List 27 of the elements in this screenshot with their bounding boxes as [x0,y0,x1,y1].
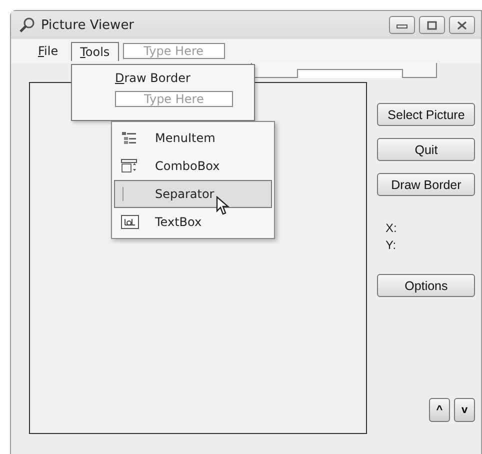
maximize-button[interactable] [419,16,445,34]
window-title: Picture Viewer [41,18,134,32]
combo-box-icon [121,159,137,173]
options-button[interactable]: Options [377,274,475,297]
close-button[interactable] [449,16,475,34]
coordinate-label: X: [385,220,398,237]
spin-button[interactable]: ^ [429,398,450,422]
maximize-icon [426,20,438,30]
menu-item[interactable]: Tools [71,42,119,60]
menu-item[interactable]: File [29,41,68,61]
menu-option[interactable]: MenuItem [114,124,272,152]
spin-button[interactable]: v [454,398,475,422]
menu-list-icon [121,131,137,145]
menu-option[interactable]: TextBox [114,208,272,236]
command-button[interactable]: Draw Border [377,173,475,196]
coordinate-label: Y: [385,237,398,254]
menu-item[interactable]: Draw Border [115,71,190,85]
text-box-icon [121,215,139,229]
mouse-pointer-icon [216,196,230,216]
magnifier-icon [19,17,35,33]
close-icon [456,20,468,30]
command-button[interactable]: Quit [377,138,475,161]
menu-option[interactable]: ComboBox [114,152,272,180]
command-button[interactable]: Select Picture [377,103,475,126]
menu-option[interactable]: Separator [114,180,272,208]
minimize-button[interactable] [389,16,415,34]
separator-icon [121,187,125,201]
